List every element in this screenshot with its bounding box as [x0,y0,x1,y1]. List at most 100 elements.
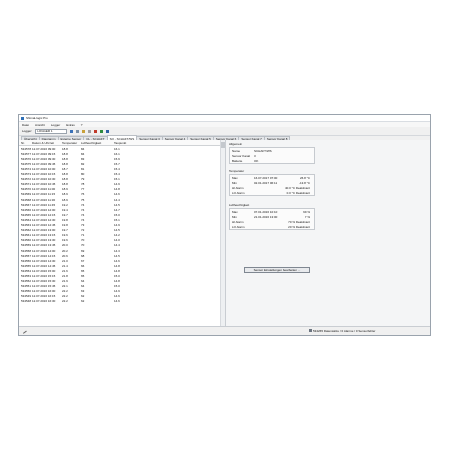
table-cell: 534575 [21,161,32,166]
edit-sensor-settings-button[interactable]: Sensor Einstellungen bearbeiten ... [244,267,310,273]
menu-help[interactable]: ? [81,123,83,127]
temperature-cell: LO Alarm [232,190,245,195]
table-cell: 14.6 [114,299,120,304]
temperature-row: Min 02.01.2017 06:11 -13.8 °C [230,180,314,185]
table-cell: 20.0 [62,243,68,248]
table-cell: 15.4 [114,172,120,177]
table-cell: 12.07.2016 09:45 [32,161,56,166]
col-header-datetime[interactable]: Datum & Uhrzeit [32,141,62,145]
general-cell: SCHAFT/WS [254,148,272,153]
table-cell: 79 [81,177,85,182]
table-cell: 19.7 [62,228,68,233]
table-cell: 534565 [21,212,32,217]
table-cell: 22.2 [62,299,68,304]
table-cell: 534576 [21,156,32,161]
scrollbar-thumb[interactable] [221,142,225,148]
logger-select[interactable]: LOGGER 1 [35,128,68,134]
table-cell: 12.07.2016 11:15 [32,192,56,197]
humidity-cell: 20 % Deaktiviert [288,224,310,229]
download-icon[interactable] [70,129,74,133]
table-cell: 70 [81,238,85,243]
table-cell: 77 [81,187,85,192]
table-cell: 12.07.2016 10:15 [32,172,56,177]
col-header-dewpoint[interactable]: Taupunkt [114,141,134,145]
humidity-cell: 21.01.2016 13:00 [254,214,278,219]
temperature-cell: Min [232,180,237,185]
table-cell: 534560 [21,238,32,243]
table-cell: 18.8 [62,146,68,151]
table-cell: 21.0 [62,258,68,263]
table-cell: 18.8 [62,177,68,182]
menu-logger[interactable]: Logger [51,123,60,127]
menu-ansicht[interactable]: Ansicht [35,123,45,127]
table-cell: 65 [81,268,85,273]
humidity-cell: LO Alarm [232,224,245,229]
col-header-temperature[interactable]: Temperatur [62,141,81,145]
table-cell: 12.07.2016 09:30 [32,156,56,161]
table-cell: 18.8 [62,172,68,177]
table-cell: 74 [81,202,85,207]
col-header-nr[interactable]: Nr. [19,141,32,145]
temperature-cell: -13.8 °C [298,180,310,185]
table-cell: 534559 [21,243,32,248]
table-cell: 74 [81,217,85,222]
table-cell: 12.07.2016 13:45 [32,243,56,248]
table-cell: 14.9 [114,289,120,294]
table-cell: 14.7 [114,207,120,212]
temperature-title: Temperatur [229,169,245,173]
table-cell: 12.07.2016 14:15 [32,253,56,258]
temperature-group: Max 16.07.2017 07:00 26.8 °C Min 02.01.2017 … [229,174,315,196]
table-cell: 14.8 [114,279,120,284]
menu-datei[interactable]: Datei [22,123,29,127]
table-cell: 82 [81,161,85,166]
table-cell: 12.07.2016 15:15 [32,273,56,278]
table-cell: 20.6 [62,253,68,258]
table-cell: 15.4 [114,167,120,172]
menu-extras[interactable]: Extras [66,123,75,127]
table-cell: 534570 [21,187,32,192]
table-cell: 80 [81,172,85,177]
table-cell: 21.6 [62,268,68,273]
table-cell: 69 [81,248,85,253]
temperature-row: LO Alarm 0.0 °C Deaktiviert [230,190,314,195]
main-content: Nr. Datum & Uhrzeit Temperatur Luftfeuch… [19,140,430,327]
table-cell: 19.6 [62,238,68,243]
col-header-humidity[interactable]: Luftfeuchtigkeit [81,141,114,145]
table-cell: 75 [81,197,85,202]
table-cell: 19.2 [62,202,68,207]
table-cell: 12.07.2016 10:00 [32,167,56,172]
general-row: Sensor Kanal 3 [230,153,314,158]
table-cell: 21.4 [62,263,68,268]
table-cell: 21.8 [62,273,68,278]
settings-icon[interactable] [82,129,86,133]
humidity-cell: 07.01.2016 10:10 [254,209,278,214]
info-icon[interactable] [106,129,110,133]
humidity-row: LO Alarm 20 % Deaktiviert [230,224,314,229]
upload-icon[interactable] [100,129,104,133]
table-cell: 64 [81,279,85,284]
humidity-cell: 7 % [304,214,310,219]
table-cell: 12.07.2016 11:30 [32,197,56,202]
table-cell: 70 [81,243,85,248]
table-cell: 84 [81,151,85,156]
table-cell: 16.1 [114,146,120,151]
folder-icon[interactable] [76,129,80,133]
table-row[interactable]: 534548 12.07.2016 16:30 22.2 62 14.6 [19,299,225,304]
table-cell: 534571 [21,182,32,187]
table-scrollbar[interactable] [220,140,225,327]
table-cell: 74 [81,207,85,212]
table-cell: 68 [81,253,85,258]
table-cell: 18.8 [62,161,68,166]
table-cell: 19.7 [62,212,68,217]
humidity-row: Min 21.01.2016 13:00 7 % [230,214,314,219]
temperature-row: Max 16.07.2017 07:00 26.8 °C [230,175,314,180]
humidity-row: Max 07.01.2016 10:10 99 % [230,209,314,214]
general-cell: Sensor Kanal [232,153,251,158]
table-cell: 12.07.2016 13:15 [32,233,56,238]
table-cell: 15.0 [114,212,120,217]
table-cell: 14.6 [114,294,120,299]
record-icon[interactable] [94,129,98,133]
temperature-cell: Max [232,175,238,180]
table-cell: 12.07.2016 09:15 [32,151,56,156]
table-cell: 15.0 [114,273,120,278]
